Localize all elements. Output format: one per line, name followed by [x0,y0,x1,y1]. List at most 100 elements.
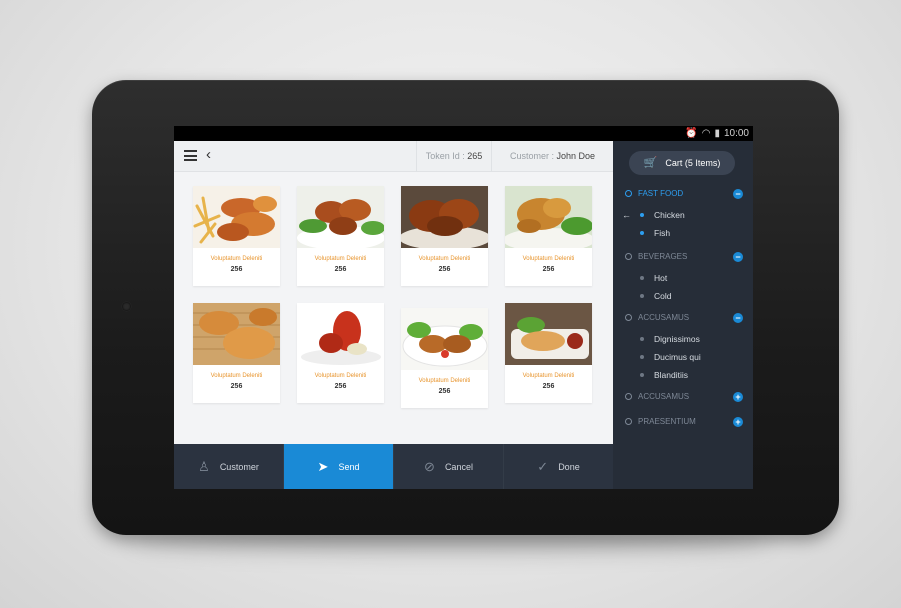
product-price: 256 [542,383,555,390]
hamburger-menu-icon[interactable] [184,150,197,161]
customer-button[interactable]: ♙ Customer [174,444,284,489]
tablet-screen: ⏰ ◠ ▮ 10:00 ‹ Token Id : 265 Customer : Joh… [174,126,753,489]
bullet-icon [640,213,644,217]
product-card[interactable]: Voluptatum Deleniti 256 [505,303,592,403]
category-label: BEVERAGES [638,252,688,261]
expand-icon[interactable]: + [733,392,743,402]
subcategory-hot[interactable]: Hot [640,271,740,285]
product-image [297,303,384,365]
subcategory-label: Ducimus qui [654,352,701,362]
product-image [505,303,592,365]
subcategory-label: Blanditiis [654,370,689,380]
back-chevron-icon[interactable]: ‹ [206,146,211,163]
customer-button-label: Customer [219,461,259,472]
radio-icon [625,314,632,321]
cancel-icon: ⊘ [424,458,435,474]
top-bar: ‹ Token Id : 265 Customer : John Doe [174,141,613,172]
cart-label: Cart (5 Items) [665,158,721,168]
status-time: 10:00 [723,128,749,139]
camera-lens [122,302,131,311]
product-card[interactable]: Voluptatum Deleniti 256 [401,308,488,408]
expand-icon[interactable]: + [733,417,743,427]
done-button[interactable]: ✓ Done [504,444,613,489]
category-label: ACCUSAMUS [638,313,690,322]
arrow-left-icon: ← [622,210,631,220]
subcategory-label: Hot [654,273,668,283]
done-button-label: Done [558,461,580,472]
subcategory-label: Chicken [654,210,685,220]
bullet-icon [640,355,644,359]
product-name: Voluptatum Deleniti [314,256,367,262]
wifi-icon: ◠ [701,128,711,139]
product-grid: Voluptatum Deleniti 256 Voluptatum Delen… [193,186,603,436]
subcategory-fish[interactable]: Fish [640,226,740,240]
product-price: 256 [438,388,451,395]
subcategory-dignissimos[interactable]: Dignissimos [640,332,740,346]
subcategory-label: Dignissimos [654,334,700,344]
product-name: Voluptatum Deleniti [418,256,471,262]
cart-button[interactable]: 🛒 Cart (5 Items) [629,151,735,175]
bullet-icon [640,294,644,298]
product-image [401,308,488,370]
product-image [505,186,592,248]
product-card[interactable]: Voluptatum Deleniti 256 [297,303,384,403]
product-name: Voluptatum Deleniti [314,373,367,379]
customer-info: Customer : John Doe [492,141,613,172]
status-bar: ⏰ ◠ ▮ 10:00 [174,126,753,141]
collapse-icon[interactable]: − [733,252,743,262]
token-label: Token Id : [425,151,465,161]
token-value: 265 [467,151,483,161]
product-card[interactable]: Voluptatum Deleniti 256 [401,186,488,286]
category-label: ACCUSAMUS [638,392,690,401]
category-accusamus[interactable]: ACCUSAMUS − [625,311,743,325]
user-icon: ♙ [198,458,210,474]
product-image [193,303,280,365]
category-accusamus-2[interactable]: ACCUSAMUS + [625,390,743,404]
collapse-icon[interactable]: − [733,313,743,323]
product-name: Voluptatum Deleniti [210,373,263,379]
customer-label: Customer : [509,151,554,161]
product-card[interactable]: Voluptatum Deleniti 256 [297,186,384,286]
subcategory-cold[interactable]: Cold [640,289,740,303]
product-price: 256 [334,383,347,390]
product-price: 256 [334,266,347,273]
bullet-icon [640,337,644,341]
subcategory-ducimus-qui[interactable]: Ducimus qui [640,350,740,364]
product-name: Voluptatum Deleniti [418,378,471,384]
subcategory-label: Fish [654,228,671,238]
collapse-icon[interactable]: − [733,189,743,199]
battery-icon: ▮ [714,128,720,139]
radio-icon [625,393,632,400]
subcategory-blanditiis[interactable]: Blanditiis [640,368,740,382]
product-card[interactable]: Voluptatum Deleniti 256 [193,186,280,286]
send-button[interactable]: ➤ Send [284,444,394,489]
cancel-button[interactable]: ⊘ Cancel [394,444,504,489]
product-price: 256 [542,266,555,273]
product-price: 256 [438,266,451,273]
category-label: FAST FOOD [638,189,684,198]
cancel-button-label: Cancel [444,461,473,472]
product-price: 256 [230,383,243,390]
product-card[interactable]: Voluptatum Deleniti 256 [505,186,592,286]
product-image [297,186,384,248]
category-sidebar: 🛒 Cart (5 Items) FAST FOOD − ← Chicken Fis… [613,141,753,489]
send-icon: ➤ [317,458,329,474]
product-price: 256 [230,266,243,273]
radio-icon [625,418,632,425]
main-panel: ‹ Token Id : 265 Customer : John Doe Vol… [174,141,613,489]
send-button-label: Send [338,461,360,472]
product-card[interactable]: Voluptatum Deleniti 256 [193,303,280,403]
product-image [401,186,488,248]
category-fast-food[interactable]: FAST FOOD − [625,187,743,201]
action-bar: ♙ Customer ➤ Send ⊘ Cancel ✓ Done [174,444,613,489]
category-label: PRAESENTIUM [638,417,696,426]
bullet-icon [640,231,644,235]
subcategory-chicken[interactable]: ← Chicken [622,208,740,222]
radio-icon [625,253,632,260]
alarm-icon: ⏰ [685,128,698,139]
customer-value: John Doe [556,151,596,161]
basket-icon: 🛒 [643,157,658,169]
bullet-icon [640,276,644,280]
category-beverages[interactable]: BEVERAGES − [625,250,743,264]
category-praesentium[interactable]: PRAESENTIUM + [625,415,743,429]
